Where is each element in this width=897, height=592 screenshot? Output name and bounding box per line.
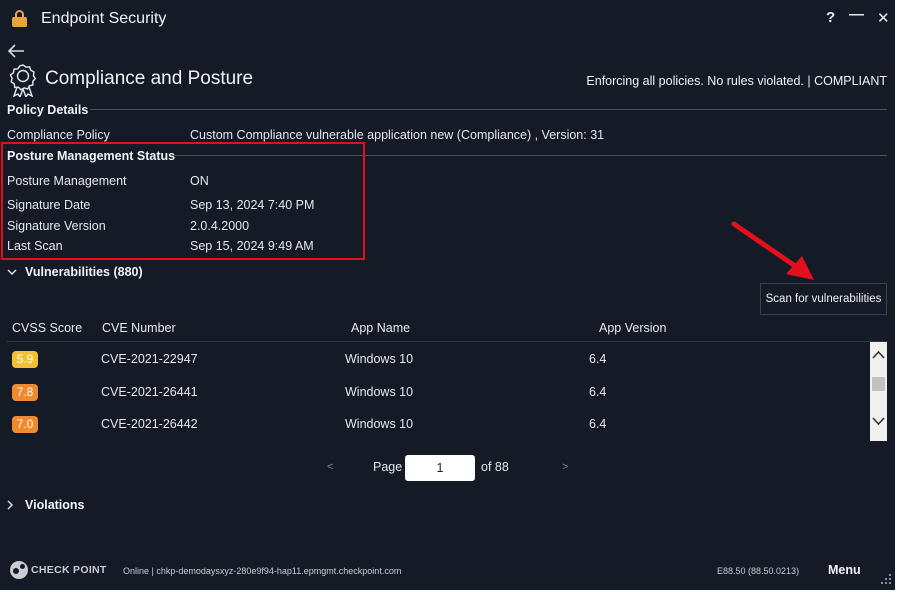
- help-button[interactable]: ?: [826, 9, 835, 26]
- compliance-status-text: Enforcing all policies. No rules violate…: [586, 74, 887, 88]
- lock-icon: [12, 10, 27, 27]
- policy-details-heading: Policy Details: [7, 103, 89, 117]
- scrollbar-thumb[interactable]: [872, 377, 885, 391]
- page-title: Compliance and Posture: [45, 68, 254, 89]
- app-name-cell: Windows 10: [345, 417, 414, 431]
- violations-heading[interactable]: Violations: [25, 498, 85, 512]
- app-version-cell: 6.4: [589, 385, 607, 399]
- table-header-divider: [7, 341, 887, 342]
- table-row[interactable]: 7.0 CVE-2021-26442 Windows 10 6.4: [0, 408, 870, 438]
- check-point-brand: CHECK POINT: [31, 564, 107, 576]
- column-header-app-version[interactable]: App Version: [599, 321, 666, 335]
- scroll-down-icon[interactable]: [872, 414, 885, 428]
- chevron-right-icon[interactable]: [5, 500, 15, 510]
- next-page-button[interactable]: >: [562, 461, 568, 473]
- minimize-button[interactable]: —: [849, 6, 864, 23]
- table-scrollbar[interactable]: [870, 342, 887, 441]
- page-label: Page: [373, 460, 403, 474]
- compliance-policy-label: Compliance Policy: [7, 128, 110, 142]
- menu-button[interactable]: Menu: [828, 563, 861, 577]
- cve-number-cell: CVE-2021-22947: [101, 352, 198, 366]
- app-version-cell: 6.4: [589, 352, 607, 366]
- app-version-cell: 6.4: [589, 417, 607, 431]
- back-arrow-icon[interactable]: [6, 42, 26, 60]
- cve-number-cell: CVE-2021-26441: [101, 385, 198, 399]
- table-row[interactable]: 7.8 CVE-2021-26441 Windows 10 6.4: [0, 376, 870, 406]
- scan-for-vulnerabilities-button[interactable]: Scan for vulnerabilities: [760, 283, 887, 315]
- compliance-policy-value: Custom Compliance vulnerable application…: [190, 128, 605, 142]
- table-row[interactable]: 5.9 CVE-2021-22947 Windows 10 6.4: [0, 343, 870, 373]
- endpoint-security-window: Endpoint Security ? — ✕ Compliance and P…: [0, 0, 895, 590]
- vulnerabilities-heading[interactable]: Vulnerabilities (880): [25, 265, 143, 279]
- title-bar: Endpoint Security ? — ✕: [0, 0, 895, 38]
- previous-page-button[interactable]: <: [327, 461, 333, 473]
- posture-highlight-box: [1, 142, 365, 260]
- annotation-arrow-icon: [731, 221, 814, 280]
- app-name-cell: Windows 10: [345, 385, 414, 399]
- page-number-input[interactable]: [405, 455, 475, 481]
- scroll-up-icon[interactable]: [872, 348, 885, 362]
- close-button[interactable]: ✕: [877, 9, 890, 27]
- check-point-logo-icon: [10, 561, 28, 579]
- chevron-down-icon[interactable]: [7, 267, 17, 277]
- cve-number-cell: CVE-2021-26442: [101, 417, 198, 431]
- page-total: of 88: [481, 460, 509, 474]
- column-header-app-name[interactable]: App Name: [351, 321, 410, 335]
- connection-status: Online | chkp-demodaysxyz-280e9f94-hap11…: [123, 566, 402, 576]
- cvss-score-badge: 7.8: [12, 384, 38, 401]
- app-name-cell: Windows 10: [345, 352, 414, 366]
- client-version: E88.50 (88.50.0213): [717, 566, 800, 576]
- policy-details-divider: [90, 109, 887, 110]
- resize-grip-icon[interactable]: [878, 572, 892, 586]
- column-header-cve[interactable]: CVE Number: [102, 321, 176, 335]
- cvss-score-badge: 5.9: [12, 351, 38, 368]
- app-title: Endpoint Security: [41, 10, 167, 27]
- column-header-cvss[interactable]: CVSS Score: [12, 321, 82, 335]
- compliance-award-icon: [9, 64, 37, 97]
- cvss-score-badge: 7.0: [12, 416, 38, 433]
